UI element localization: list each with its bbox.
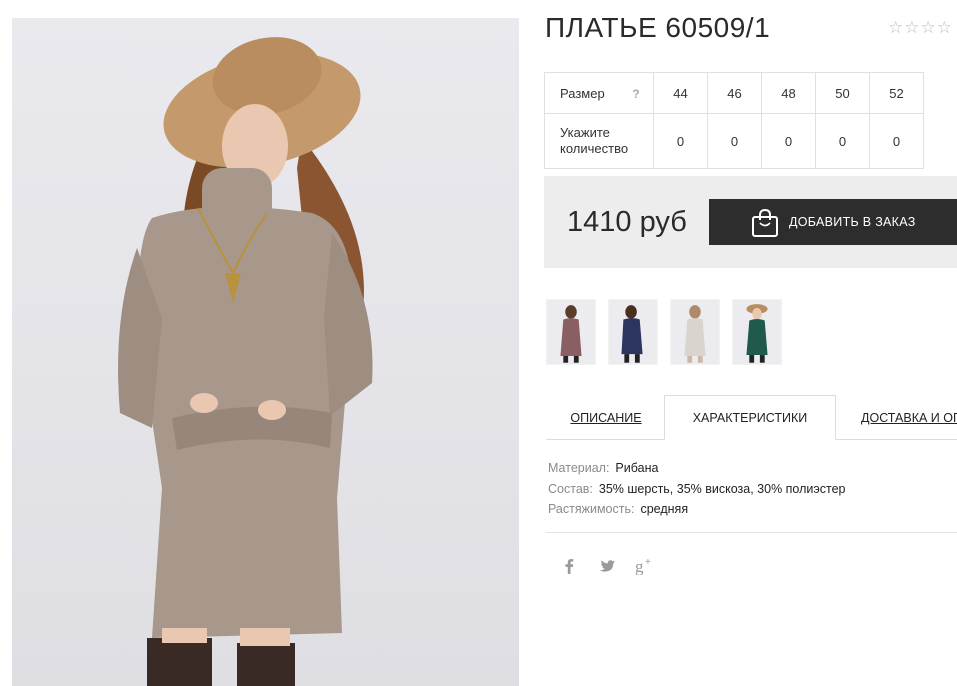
characteristic-row: Состав: 35% шерсть, 35% вискоза, 30% поли… [548, 479, 846, 500]
characteristic-value: Рибана [615, 461, 659, 475]
star-icon[interactable]: ☆ [888, 19, 903, 36]
size-cell: 44 [653, 72, 708, 114]
tab-delivery-label: ДОСТАВКА И ОП [861, 410, 957, 425]
thumbnail-navy[interactable] [608, 299, 658, 365]
quantity-input[interactable]: 0 [653, 113, 708, 169]
quantity-input[interactable]: 0 [815, 113, 870, 169]
color-thumbnails [546, 299, 782, 365]
size-label-cell: Размер ? [544, 72, 654, 114]
svg-text:g: g [635, 557, 644, 575]
model-illustration [118, 37, 373, 686]
add-to-order-label: ДОБАВИТЬ В ЗАКАЗ [789, 215, 916, 229]
quantity-input[interactable]: 0 [869, 113, 924, 169]
tab-characteristics[interactable]: ХАРАКТЕРИСТИКИ [664, 395, 836, 440]
star-icon[interactable]: ☆ [937, 19, 952, 36]
size-cell: 50 [815, 72, 870, 114]
thumbnail-green[interactable] [732, 299, 782, 365]
product-tabs: ОПИСАНИЕ ХАРАКТЕРИСТИКИ ДОСТАВКА И ОП [546, 395, 957, 440]
social-share: g + [559, 556, 655, 576]
size-cell: 46 [707, 72, 762, 114]
product-title: ПЛАТЬЕ 60509/1 [545, 12, 771, 43]
characteristic-value: 35% шерсть, 35% вискоза, 30% полиэстер [598, 481, 846, 496]
tab-description-label: ОПИСАНИЕ [570, 410, 642, 425]
add-to-order-button[interactable]: ДОБАВИТЬ В ЗАКАЗ [709, 199, 957, 245]
tab-characteristics-label: ХАРАКТЕРИСТИКИ [692, 410, 808, 425]
quantity-label-line2: количество [560, 141, 629, 156]
characteristic-key: Растяжимость: [548, 502, 635, 516]
thumbnail-beige[interactable] [670, 299, 720, 365]
svg-text:+: + [645, 557, 651, 568]
twitter-icon[interactable] [597, 556, 617, 576]
thumbnail-mauve[interactable] [546, 299, 596, 365]
product-price: 1410 руб [567, 206, 687, 238]
thumbnail-image [684, 305, 706, 363]
size-row: Размер ? 44 46 48 50 52 [544, 72, 924, 114]
size-cell: 48 [761, 72, 816, 114]
characteristic-value: средняя [640, 502, 689, 516]
size-quantity-table: Размер ? 44 46 48 50 52 Укажите количест… [544, 72, 924, 169]
quantity-input[interactable]: 0 [761, 113, 816, 169]
star-icon[interactable]: ☆ [921, 19, 936, 36]
tab-description[interactable]: ОПИСАНИЕ [546, 395, 666, 440]
star-icon[interactable]: ☆ [904, 19, 919, 36]
size-help-icon[interactable]: ? [632, 87, 639, 101]
rating-stars[interactable]: ☆ ☆ ☆ ☆ [888, 19, 952, 36]
size-cell: 52 [869, 72, 924, 114]
quantity-row: Укажите количество 0 0 0 0 0 [544, 113, 924, 169]
thumbnail-image [560, 305, 582, 363]
product-main-photo[interactable] [12, 18, 519, 686]
thumbnail-image [621, 305, 643, 363]
facebook-icon[interactable] [559, 556, 579, 576]
google-plus-icon[interactable]: g + [635, 556, 655, 576]
characteristic-row: Материал: Рибана [548, 458, 846, 479]
quantity-input[interactable]: 0 [707, 113, 762, 169]
characteristic-key: Материал: [548, 461, 610, 475]
quantity-label-cell: Укажите количество [544, 113, 654, 169]
thumbnail-image [746, 304, 768, 363]
tab-delivery[interactable]: ДОСТАВКА И ОП [842, 395, 957, 440]
characteristic-key: Состав: [548, 481, 593, 496]
characteristics-list: Материал: Рибана Состав: 35% шерсть, 35% в… [548, 458, 846, 520]
size-label: Размер [560, 85, 605, 101]
characteristic-row: Растяжимость: средняя [548, 499, 846, 520]
quantity-label-line1: Укажите [560, 125, 610, 140]
shopping-bag-icon [752, 208, 778, 237]
section-divider [546, 532, 957, 533]
order-box: 1410 руб ДОБАВИТЬ В ЗАКАЗ [544, 176, 957, 268]
